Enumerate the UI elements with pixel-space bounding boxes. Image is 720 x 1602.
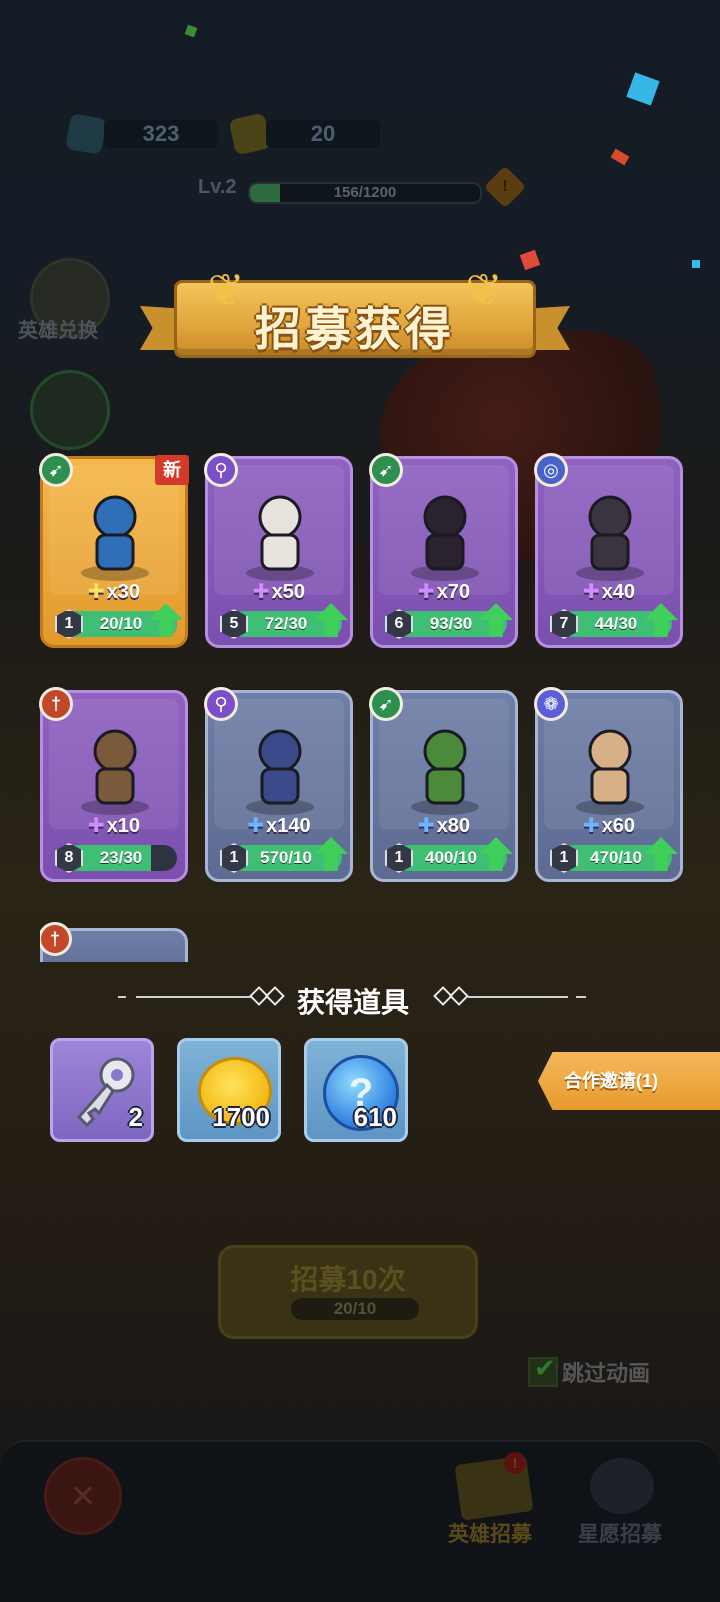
hero-card[interactable]: ⚲ ✚ x140 1 570/10 (204, 687, 353, 882)
star-wish-icon (590, 1458, 654, 1514)
hero-portrait (232, 483, 328, 583)
coop-invite-label: 合作邀请(1) (564, 1071, 658, 1091)
new-badge: 新 (155, 455, 189, 485)
shard-count: ✚ x140 (208, 813, 350, 838)
puzzle-shard-icon: ✚ (87, 815, 105, 837)
shard-count: ✚ x30 (43, 579, 185, 604)
puzzle-shard-icon: ✚ (417, 815, 435, 837)
shard-count-text: x60 (601, 815, 636, 837)
hero-portrait (67, 717, 163, 817)
side-event-button (30, 370, 110, 450)
partial-hero-card: † (40, 922, 188, 962)
item-count: 1700 (212, 1102, 270, 1132)
beast-paw-icon: ❁ (534, 687, 568, 721)
confetti (692, 260, 700, 268)
hero-portrait (562, 717, 658, 817)
banner-plate: ❦ ❦ 招募获得 (174, 266, 536, 358)
hero-portrait (67, 483, 163, 583)
puzzle-shard-icon: ✚ (252, 581, 270, 603)
warning-icon: ! (483, 165, 527, 209)
hero-card[interactable]: ➹ ✚ x80 1 400/10 (369, 687, 518, 882)
archer-icon: ➹ (39, 453, 73, 487)
hero-card[interactable]: ➹ ✚ x70 6 93/30 (369, 453, 518, 648)
recruit-10-label: 招募10次 (290, 1264, 406, 1295)
ticket-icon (228, 112, 272, 156)
player-level: Lv.2 (198, 176, 237, 198)
gems-value: 323 (142, 121, 180, 146)
mage-staff-icon: ⚲ (204, 687, 238, 721)
archer-icon: ➹ (369, 453, 403, 487)
puzzle-shard-icon: ✚ (582, 581, 600, 603)
gem-icon (65, 113, 107, 155)
shard-count-text: x140 (266, 815, 311, 837)
close-swords-icon: ✕ (44, 1457, 122, 1535)
divider (576, 996, 586, 998)
mage-staff-icon: ⚲ (204, 453, 238, 487)
tab-hero-recruit[interactable]: 英雄招募 (448, 1518, 532, 1548)
hero-portrait (232, 717, 328, 817)
hero-portrait (562, 483, 658, 583)
skip-animation-checkbox[interactable]: ✔ (528, 1353, 558, 1387)
recruit-result-banner: ❦ ❦ 招募获得 (140, 266, 570, 360)
item-count: 610 (353, 1102, 397, 1132)
skip-animation-label: 跳过动画 (562, 1361, 651, 1386)
spirit-swirl-icon: ◎ (534, 453, 568, 487)
hero-card[interactable]: ⚲ ✚ x50 5 72/30 (204, 453, 353, 648)
shard-count: ✚ x10 (43, 813, 185, 838)
tickets-counter: 20 (266, 120, 380, 148)
shard-count-text: x80 (436, 815, 471, 837)
hero-card[interactable]: † ✚ x10 8 23/30 (39, 687, 188, 882)
items-section-title: 获得道具 (296, 987, 409, 1018)
shard-count: ✚ x80 (373, 813, 515, 838)
coop-invite-button[interactable]: 合作邀请(1) (538, 1052, 720, 1110)
checkmark-icon: ✔ (534, 1353, 556, 1383)
archer-icon: ➹ (369, 687, 403, 721)
shard-count: ✚ x60 (538, 813, 680, 838)
hero-portrait (397, 717, 493, 817)
gems-counter: 323 (104, 120, 218, 148)
puzzle-shard-icon: ✚ (247, 815, 265, 837)
recruit-cost-bar: 20/10 (291, 1298, 419, 1320)
puzzle-shard-icon: ✚ (417, 581, 435, 603)
item-gold-coin[interactable]: 1700 (177, 1038, 281, 1142)
xp-text: 156/1200 (333, 184, 397, 201)
item-count: 2 (128, 1102, 143, 1132)
hero-exchange-label: 英雄兑换 (18, 320, 98, 342)
tab-star-recruit[interactable]: 星愿招募 (578, 1518, 662, 1548)
hero-card[interactable]: ➹ 新 ✚ x30 1 20/10 (39, 453, 189, 648)
shard-count: ✚ x40 (538, 579, 680, 604)
items-section-header: 获得道具 (118, 975, 588, 1019)
page-title: 招募获得 (255, 303, 455, 355)
shard-count-text: x10 (106, 815, 141, 837)
hero-card[interactable]: ❁ ✚ x60 1 470/10 (534, 687, 683, 882)
shard-count-text: x70 (436, 581, 471, 603)
shard-count: ✚ x50 (208, 579, 350, 604)
item-key[interactable]: 2 (50, 1038, 154, 1142)
shard-count-text: x30 (106, 581, 141, 603)
recruit-cost: 20/10 (333, 1299, 377, 1318)
puzzle-shard-icon: ✚ (582, 815, 600, 837)
divider (468, 996, 568, 998)
xp-bar: 156/1200 (248, 182, 482, 204)
item-mystery-orb[interactable]: ? 610 (304, 1038, 408, 1142)
shard-count-text: x50 (271, 581, 306, 603)
alert-badge: ! (504, 1452, 526, 1474)
tickets-value: 20 (310, 121, 336, 146)
recruit-10-button: 招募10次 20/10 (218, 1245, 478, 1339)
puzzle-shard-icon: ✚ (87, 581, 105, 603)
shard-count: ✚ x70 (373, 579, 515, 604)
warrior-sword-icon: † (39, 687, 73, 721)
hero-portrait (397, 483, 493, 583)
shard-count-text: x40 (601, 581, 636, 603)
hero-card[interactable]: ◎ ✚ x40 7 44/30 (534, 453, 683, 648)
